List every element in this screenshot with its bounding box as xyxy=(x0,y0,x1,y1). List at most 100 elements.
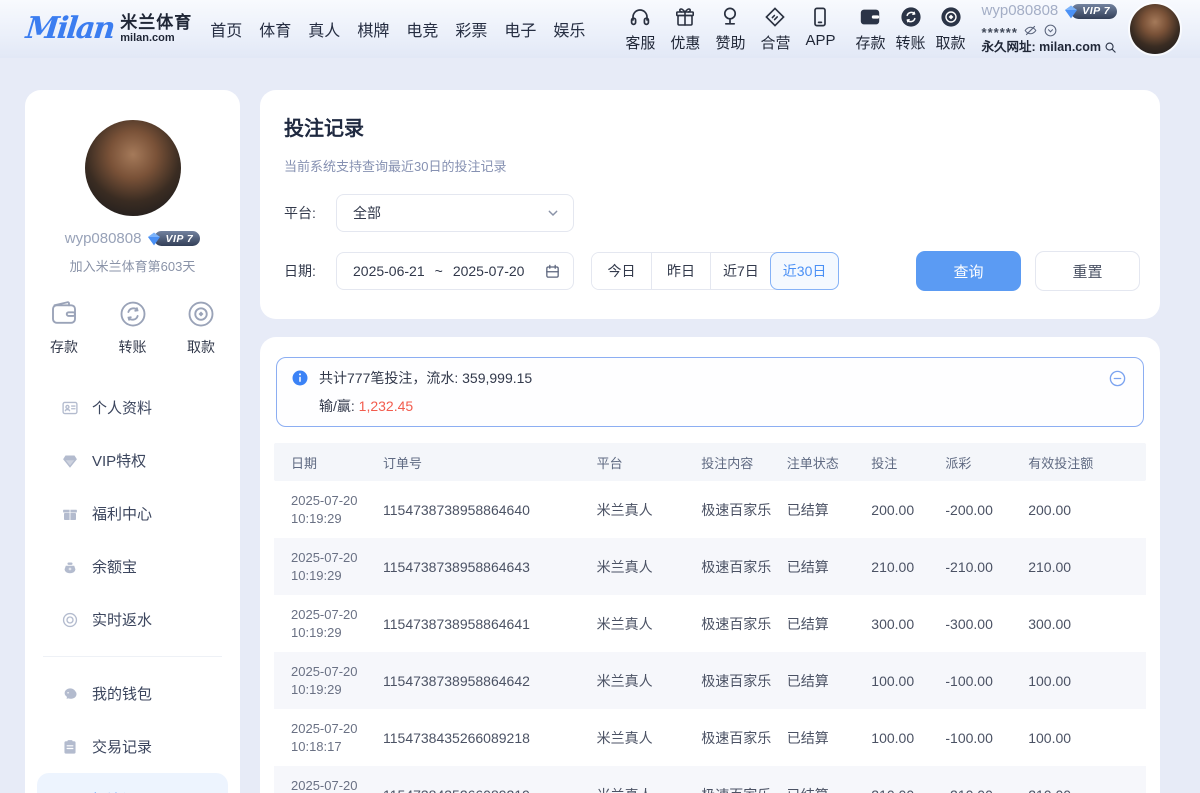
cell-status: 已结算 xyxy=(787,614,872,634)
table-row: 2025-07-2010:19:291154738738958864642米兰真… xyxy=(274,652,1146,709)
magnifier-icon[interactable] xyxy=(1103,40,1118,55)
withdraw-button[interactable]: 取款 xyxy=(936,5,966,53)
table-row: 2025-07-2010:19:291154738738958864640米兰真… xyxy=(274,481,1146,538)
sidebar-item-vip[interactable]: VIP特权 xyxy=(37,434,228,487)
partner-label: 合营 xyxy=(760,32,790,53)
loss-value: 1,232.45 xyxy=(359,398,414,414)
brand-name-cn: 米兰体育 xyxy=(120,14,192,33)
table-row: 2025-07-2010:18:171154738435266089219米兰真… xyxy=(274,766,1146,793)
nav-link-entertainment[interactable]: 娱乐 xyxy=(551,13,587,45)
col-order: 订单号 xyxy=(383,453,597,472)
masked-balance: ****** xyxy=(982,23,1018,38)
cell-platform: 米兰真人 xyxy=(597,728,702,748)
sidebar-item-rebate[interactable]: 实时返水 xyxy=(37,593,228,646)
nav-link-live[interactable]: 真人 xyxy=(306,13,342,45)
sidebar-avatar xyxy=(85,120,181,216)
cell-content: 极速百家乐 xyxy=(701,671,786,691)
user-avatar[interactable] xyxy=(1130,4,1180,54)
service-button[interactable]: 客服 xyxy=(625,5,655,53)
cell-status: 已结算 xyxy=(787,557,872,577)
sidebar-item-label: VIP特权 xyxy=(92,450,146,471)
nav-link-slots[interactable]: 电子 xyxy=(502,13,538,45)
sidebar-deposit-button[interactable]: 存款 xyxy=(49,299,79,357)
cell-status: 已结算 xyxy=(787,785,872,793)
filter-card: 投注记录 当前系统支持查询最近30日的投注记录 平台: 全部 日期: 2025-… xyxy=(260,90,1160,319)
cell-content: 极速百家乐 xyxy=(701,728,786,748)
range-today-button[interactable]: 今日 xyxy=(592,253,651,289)
cell-content: 极速百家乐 xyxy=(701,500,786,520)
deposit-button[interactable]: 存款 xyxy=(855,5,885,53)
collapse-icon[interactable] xyxy=(1108,369,1127,388)
range-yesterday-button[interactable]: 昨日 xyxy=(651,253,710,289)
page-content: wyp080808 VIP 7 加入米兰体育第603天 存款 转账 xyxy=(0,58,1200,793)
platform-selected-value: 全部 xyxy=(353,203,545,223)
vip-badge[interactable]: VIP 7 xyxy=(1063,4,1117,20)
cell-content: 极速百家乐 xyxy=(701,785,786,793)
sidebar-withdraw-button[interactable]: 取款 xyxy=(186,299,216,357)
username: wyp080808 xyxy=(982,2,1059,21)
nav-link-esports[interactable]: 电竞 xyxy=(404,13,440,45)
bet-records-table: 日期 订单号 平台 投注内容 注单状态 投注 派彩 有效投注额 2025-07-… xyxy=(274,443,1146,793)
range-7days-button[interactable]: 近7日 xyxy=(710,253,771,289)
calendar-icon xyxy=(544,263,561,280)
nav-link-lottery[interactable]: 彩票 xyxy=(453,13,489,45)
cell-status: 已结算 xyxy=(787,500,872,520)
table-row: 2025-07-2010:18:171154738435266089218米兰真… xyxy=(274,709,1146,766)
nav-link-home[interactable]: 首页 xyxy=(208,13,244,45)
nav-link-sports[interactable]: 体育 xyxy=(257,13,293,45)
col-valid: 有效投注额 xyxy=(1028,453,1146,472)
sidebar-item-welfare[interactable]: 福利中心 xyxy=(37,487,228,540)
eye-off-icon[interactable] xyxy=(1023,23,1038,38)
sponsor-button[interactable]: 赞助 xyxy=(715,5,745,53)
sidebar-item-label: 福利中心 xyxy=(92,503,152,524)
search-button[interactable]: 查询 xyxy=(916,251,1021,291)
range-30days-button[interactable]: 近30日 xyxy=(770,252,840,290)
sidebar-item-bet-records[interactable]: 投注记录 xyxy=(37,773,228,793)
reset-button[interactable]: 重置 xyxy=(1035,251,1140,291)
cell-valid: 210.00 xyxy=(1028,559,1146,575)
joined-days-text: 加入米兰体育第603天 xyxy=(37,256,228,275)
primary-nav: 首页 体育 真人 棋牌 电竞 彩票 电子 娱乐 xyxy=(208,13,587,45)
sidebar-item-yuebao[interactable]: 余额宝 xyxy=(37,540,228,593)
sidebar-item-transactions[interactable]: 交易记录 xyxy=(37,720,228,773)
cell-status: 已结算 xyxy=(787,728,872,748)
nav-tools: 客服 优惠 赞助 合营 APP xyxy=(625,5,835,53)
sidebar-item-label: 我的钱包 xyxy=(92,683,152,704)
cell-date: 2025-07-2010:18:17 xyxy=(274,777,383,793)
vip-diamond-icon xyxy=(146,231,162,247)
col-bet: 投注 xyxy=(871,453,945,472)
cell-bet: 100.00 xyxy=(871,730,945,746)
sidebar-item-profile[interactable]: 个人资料 xyxy=(37,381,228,434)
platform-select[interactable]: 全部 xyxy=(336,194,574,232)
sidebar-item-wallet[interactable]: 我的钱包 xyxy=(37,667,228,720)
col-payout: 派彩 xyxy=(945,453,1028,472)
sidebar-transfer-button[interactable]: 转账 xyxy=(118,299,148,357)
rebate-icon xyxy=(61,611,79,629)
nav-link-cards[interactable]: 棋牌 xyxy=(355,13,391,45)
phone-icon xyxy=(808,5,832,29)
deposit-icon xyxy=(858,5,882,29)
date-range-input[interactable]: 2025-06-21 ~ 2025-07-20 xyxy=(336,252,574,290)
partner-button[interactable]: 合营 xyxy=(760,5,790,53)
sidebar-vip-badge[interactable]: VIP 7 xyxy=(146,231,200,247)
cell-valid: 100.00 xyxy=(1028,673,1146,689)
cell-valid: 300.00 xyxy=(1028,616,1146,632)
sidebar-withdraw-label: 取款 xyxy=(187,337,215,357)
handshake-icon xyxy=(763,5,787,29)
info-icon xyxy=(291,369,309,387)
transfer-label: 转账 xyxy=(896,32,926,53)
col-content: 投注内容 xyxy=(701,453,786,472)
platform-label: 平台: xyxy=(284,203,336,223)
welfare-icon xyxy=(61,505,79,523)
transfer-button[interactable]: 转账 xyxy=(896,5,926,53)
col-status: 注单状态 xyxy=(787,453,872,472)
col-date: 日期 xyxy=(274,453,383,472)
service-label: 客服 xyxy=(625,32,655,53)
app-button[interactable]: APP xyxy=(805,5,835,53)
refresh-circle-icon[interactable] xyxy=(1043,23,1058,38)
wallet-shortcuts: 存款 转账 取款 xyxy=(855,5,965,53)
brand-logo[interactable]: Milan 米兰体育 milan.com xyxy=(26,14,192,45)
idcard-icon xyxy=(61,399,79,417)
promo-button[interactable]: 优惠 xyxy=(670,5,700,53)
withdraw-icon xyxy=(939,5,963,29)
